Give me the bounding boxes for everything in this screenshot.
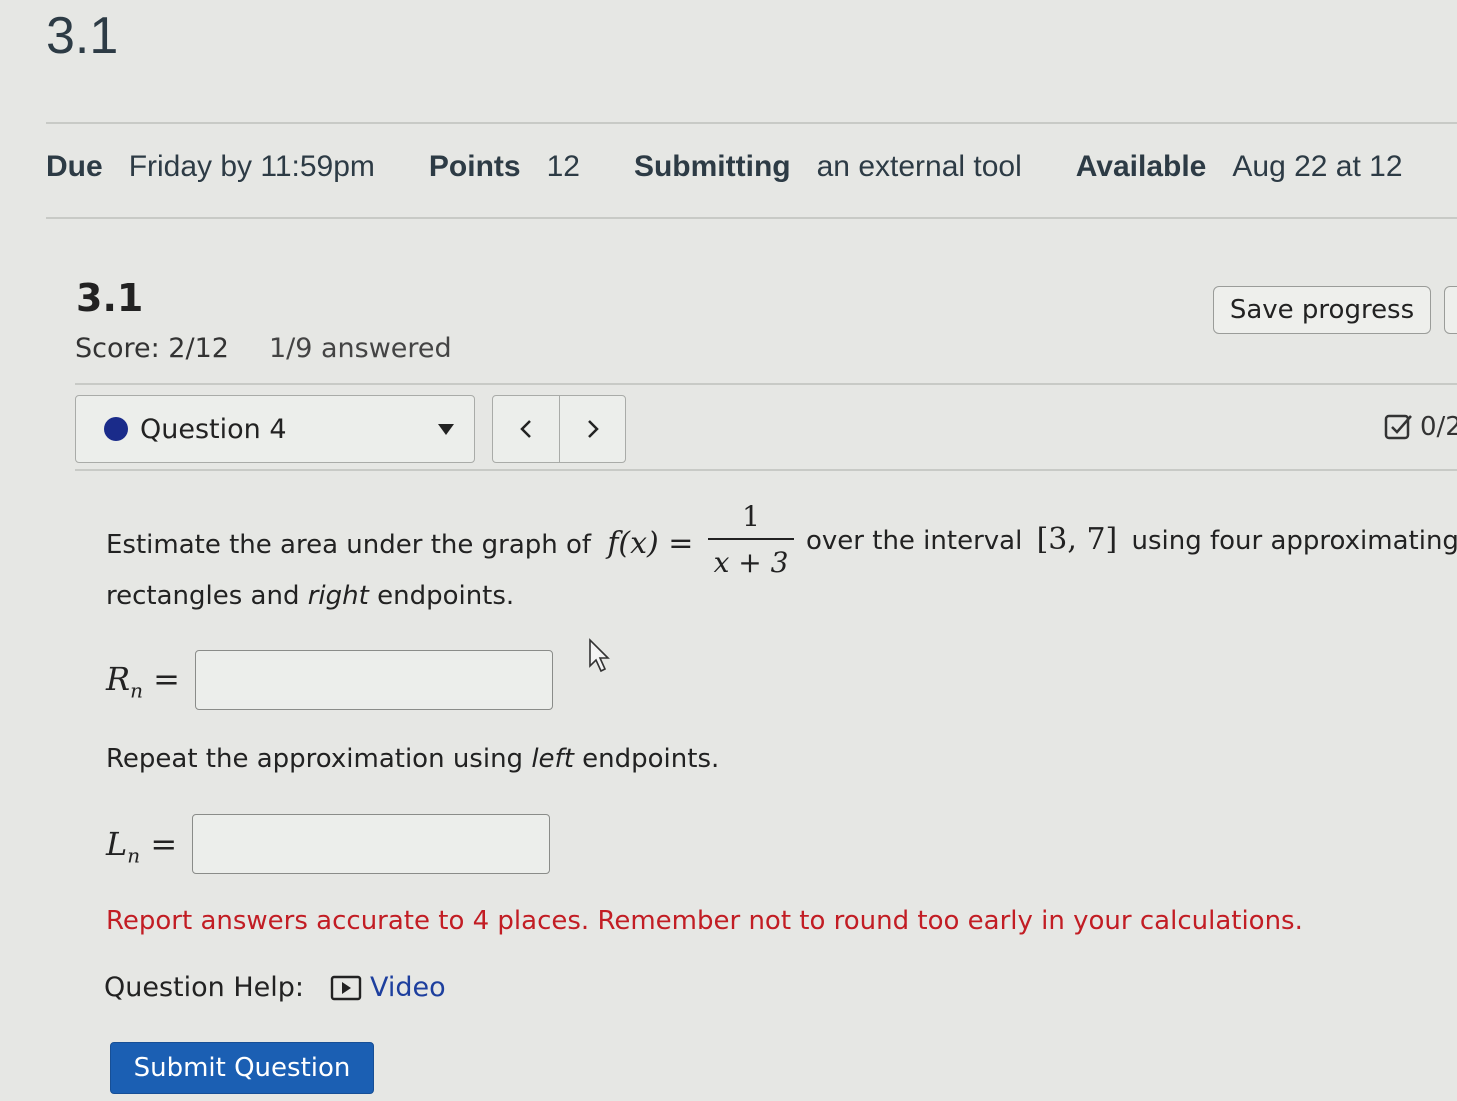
ln-label: Ln =: [106, 825, 177, 867]
question-selector[interactable]: Question 4: [75, 395, 475, 463]
function-fraction: 1 x + 3: [708, 500, 794, 579]
save-progress-button[interactable]: Save progress: [1213, 286, 1431, 334]
question-grade: 0/2: [1384, 412, 1457, 442]
rn-label: Rn =: [106, 660, 180, 702]
fraction-bar: [708, 538, 794, 540]
submitting-value: an external tool: [816, 150, 1022, 183]
question-line-1: Estimate the area under the graph of f(x…: [106, 526, 706, 561]
fraction-denominator: x + 3: [713, 546, 789, 579]
fraction-numerator: 1: [742, 500, 760, 533]
ln-subscript: n: [127, 843, 141, 868]
ln-symbol: L: [106, 825, 128, 863]
question-mid: over the interval: [806, 526, 1023, 556]
submit-question-button[interactable]: Submit Question: [110, 1042, 374, 1094]
ln-equals: =: [150, 825, 178, 863]
interval: [3, 7]: [1036, 522, 1118, 557]
rn-symbol: R: [106, 660, 131, 698]
submitting-group: Submitting an external tool: [634, 150, 1022, 184]
question-selector-label: Question 4: [140, 413, 287, 445]
question-intro: Estimate the area under the graph of: [106, 530, 592, 560]
answered-count: 1/9 answered: [268, 333, 452, 364]
accuracy-warning: Report answers accurate to 4 places. Rem…: [106, 906, 1303, 936]
due-value: Friday by 11:59pm: [128, 150, 375, 183]
points-label: Points: [428, 150, 521, 183]
repeat-line: Repeat the approximation using left endp…: [106, 744, 719, 774]
score-text: Score: 2/12: [75, 333, 229, 364]
question-nav: [492, 395, 626, 463]
mouse-cursor-icon: [589, 638, 610, 673]
question-line-2: rectangles and right endpoints.: [106, 581, 514, 611]
divider: [46, 217, 1457, 219]
video-icon: [330, 975, 362, 1001]
score-row: Score: 2/12 1/9 answered: [75, 333, 452, 364]
ln-answer-input[interactable]: [192, 814, 550, 874]
function-label: f(x) =: [607, 526, 694, 561]
question-status-dot: [104, 417, 128, 441]
rn-subscript: n: [130, 678, 143, 703]
divider: [46, 122, 1457, 124]
video-link[interactable]: Video: [330, 972, 446, 1003]
assignment-details: Due Friday by 11:59pm Points 12 Submitti…: [46, 150, 1457, 184]
available-value: Aug 22 at 12: [1232, 150, 1403, 183]
rn-answer-input[interactable]: [195, 650, 553, 710]
divider: [75, 383, 1457, 385]
available-group: Available Aug 22 at 12: [1076, 150, 1403, 184]
quiz-title: 3.1: [76, 276, 144, 320]
points-value: 12: [546, 150, 580, 183]
line2-text-b: endpoints.: [377, 581, 515, 611]
line2-emphasis: right: [307, 581, 369, 611]
help-label: Question Help:: [104, 972, 304, 1003]
due-group: Due Friday by 11:59pm: [46, 150, 375, 184]
repeat-text-a: Repeat the approximation using: [106, 744, 524, 774]
question-line-1-end: over the interval [3, 7] using four appr…: [806, 522, 1457, 557]
due-label: Due: [46, 150, 103, 183]
divider: [75, 469, 1457, 471]
previous-question-button[interactable]: [493, 396, 559, 462]
line2-text-a: rectangles and: [106, 581, 300, 611]
question-tail: using four approximating: [1131, 526, 1457, 556]
grade-text: 0/2: [1420, 412, 1457, 442]
next-question-button[interactable]: [559, 396, 625, 462]
points-group: Points 12: [429, 150, 580, 184]
caret-down-icon: [438, 424, 454, 435]
rn-equals: =: [153, 660, 180, 698]
submitting-label: Submitting: [633, 150, 791, 183]
checkbox-icon: [1384, 414, 1412, 440]
available-label: Available: [1075, 150, 1207, 183]
video-label: Video: [370, 972, 446, 1003]
repeat-emphasis: left: [531, 744, 574, 774]
chevron-right-icon: [587, 420, 599, 438]
repeat-text-b: endpoints.: [582, 744, 720, 774]
more-button[interactable]: [1444, 286, 1457, 334]
chevron-left-icon: [520, 420, 531, 438]
page-title: 3.1: [46, 7, 119, 65]
question-help: Question Help: Video: [104, 972, 446, 1003]
